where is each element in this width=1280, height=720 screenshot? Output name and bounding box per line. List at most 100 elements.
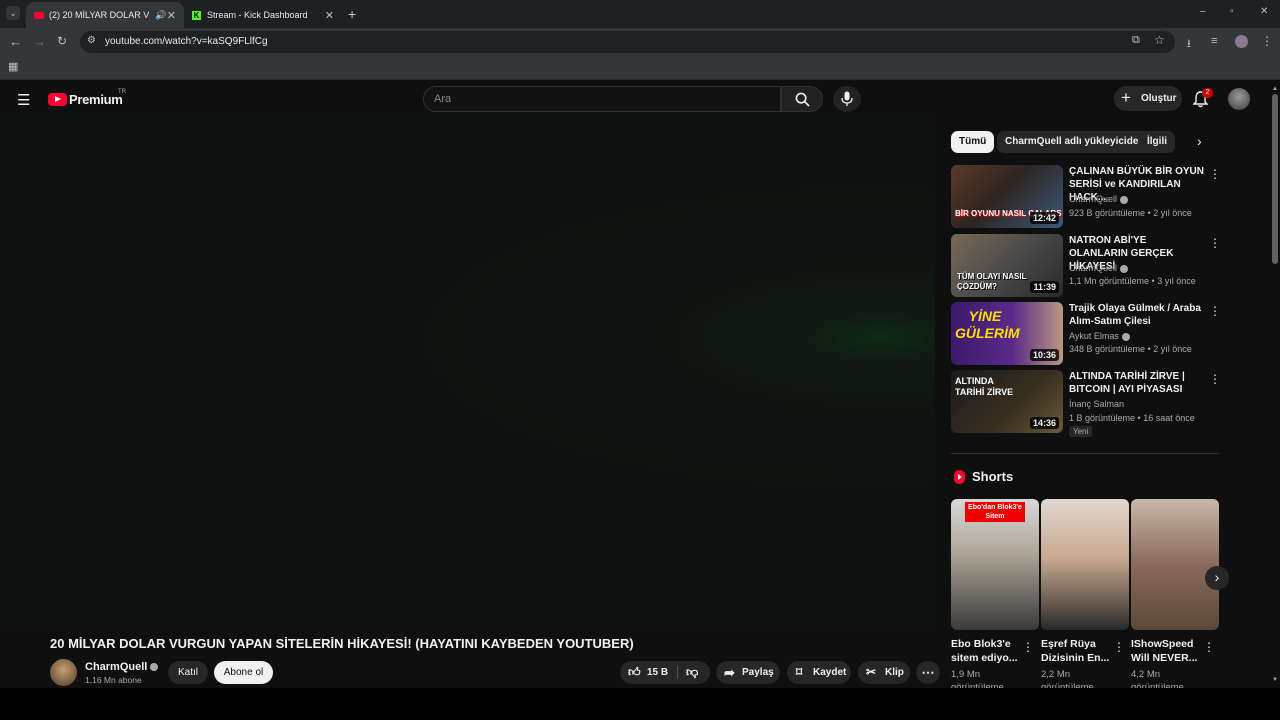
- create-button[interactable]: + Oluştur: [1114, 86, 1182, 111]
- video-title[interactable]: ALTINDA TARİHİ ZİRVE | BITCOIN | AYI PİY…: [1069, 370, 1204, 396]
- reading-list-icon[interactable]: ≡: [1211, 35, 1217, 47]
- address-bar[interactable]: ⚙ youtube.com/watch?v=kaSQ9FLlfCg ⧉ ☆: [80, 31, 1175, 53]
- new-tab-icon[interactable]: +: [348, 6, 356, 22]
- scroll-down-icon[interactable]: ▼: [1272, 677, 1278, 683]
- channel-name[interactable]: CharmQuell: [1069, 194, 1129, 204]
- recommendation-item[interactable]: TÜM OLAYI NASIL ÇÖZDÜM? 11:39 NATRON ABİ…: [951, 234, 1221, 298]
- clip-button[interactable]: ✂ Klip: [858, 661, 910, 684]
- video-thumbnail[interactable]: YİNE GÜLERİM 10:36: [951, 302, 1063, 365]
- short-view-count: 2,2 Mn: [1041, 669, 1071, 680]
- video-thumbnail[interactable]: ALTINDA TARİHİ ZİRVE 14:36: [951, 370, 1063, 433]
- short-title[interactable]: Eşref Rüya Dizisinin En...: [1041, 637, 1111, 665]
- video-player[interactable]: [0, 118, 935, 630]
- apps-grid-icon[interactable]: ▦: [8, 60, 18, 73]
- verified-icon: [1120, 195, 1129, 204]
- tab-title: Stream - Kick Dashboard: [207, 10, 308, 20]
- channel-avatar[interactable]: [50, 659, 77, 686]
- thumbnail-text: ALTINDA TARİHİ ZİRVE: [955, 376, 1014, 397]
- forward-icon[interactable]: →: [33, 34, 46, 49]
- recommendation-item[interactable]: BİR OYUNU NASIL ÇALARS 12:42 ÇALINAN BÜY…: [951, 165, 1221, 229]
- more-actions-icon[interactable]: ⋯: [916, 661, 940, 684]
- kick-favicon-icon: K: [192, 10, 201, 20]
- short-thumbnail[interactable]: Ebo'dan Blok3'e Sitem: [951, 499, 1039, 630]
- video-thumbnail[interactable]: TÜM OLAYI NASIL ÇÖZDÜM? 11:39: [951, 234, 1063, 297]
- recommendation-item[interactable]: ALTINDA TARİHİ ZİRVE 14:36 ALTINDA TARİH…: [951, 370, 1221, 437]
- profile-icon[interactable]: [1235, 35, 1248, 48]
- save-button[interactable]: ⌑ Kaydet: [787, 661, 851, 684]
- join-button[interactable]: Katıl: [168, 661, 208, 684]
- tab-youtube[interactable]: (2) 20 MİLYAR DOLAR VURG 🔊 ✕: [26, 2, 184, 28]
- notification-badge: 2: [1202, 88, 1213, 98]
- search-button[interactable]: [781, 86, 823, 112]
- more-actions-icon[interactable]: ⋮: [1113, 640, 1125, 654]
- more-actions-icon[interactable]: ⋮: [1209, 372, 1221, 386]
- close-tab-icon[interactable]: ✕: [325, 9, 334, 22]
- shorts-next-icon[interactable]: ›: [1205, 566, 1229, 590]
- thumbnail-text: Ebo'dan Blok3'e Sitem: [965, 502, 1025, 522]
- close-tab-icon[interactable]: ✕: [167, 9, 176, 22]
- dislike-button[interactable]: 👎︎: [678, 661, 710, 684]
- more-actions-icon[interactable]: ⋮: [1022, 640, 1034, 654]
- chip-from-uploader[interactable]: CharmQuell adlı yükleyiciden: [997, 131, 1153, 153]
- more-actions-icon[interactable]: ⋮: [1209, 304, 1221, 318]
- browser-menu-icon[interactable]: ⋮: [1261, 34, 1273, 48]
- speaker-icon[interactable]: 🔊: [155, 10, 166, 21]
- voice-search-button[interactable]: [833, 86, 861, 112]
- video-duration: 11:39: [1030, 281, 1059, 293]
- share-button[interactable]: ➦ Paylaş: [716, 661, 780, 684]
- chevron-right-icon[interactable]: ›: [1197, 133, 1202, 149]
- scissors-icon: ✂: [866, 665, 877, 679]
- short-thumbnail[interactable]: [1131, 499, 1219, 630]
- notifications-button[interactable]: 2: [1191, 88, 1213, 109]
- more-actions-icon[interactable]: ⋮: [1203, 640, 1215, 654]
- video-duration: 10:36: [1029, 349, 1059, 361]
- more-actions-icon[interactable]: ⋮: [1209, 236, 1221, 250]
- window-close-icon[interactable]: ✕: [1260, 6, 1268, 17]
- short-title[interactable]: Ebo Blok3'e sitem ediyo...: [951, 637, 1021, 665]
- hamburger-menu-icon[interactable]: ☰: [17, 91, 30, 109]
- youtube-logo-icon: [48, 93, 67, 106]
- video-duration: 14:36: [1029, 417, 1059, 429]
- scrollbar-thumb[interactable]: [1272, 94, 1278, 264]
- verified-icon: [1120, 264, 1129, 273]
- short-title[interactable]: IShowSpeed Will NEVER...: [1131, 637, 1201, 665]
- tab-search-icon[interactable]: ⌄: [6, 6, 20, 20]
- avatar[interactable]: [1228, 88, 1250, 110]
- video-duration: 12:42: [1029, 212, 1059, 224]
- minimize-icon[interactable]: –: [1200, 6, 1206, 17]
- scroll-up-icon[interactable]: ▲: [1272, 86, 1278, 92]
- like-dislike-group: 👍︎ 15 B 👎︎: [620, 661, 710, 684]
- verified-icon: [1121, 332, 1130, 341]
- reload-icon[interactable]: ↻: [57, 34, 67, 48]
- like-button[interactable]: 👍︎ 15 B: [620, 661, 676, 684]
- download-icon[interactable]: ⭳: [1187, 35, 1191, 54]
- page-scrollbar[interactable]: ▲ ▼: [1270, 80, 1280, 688]
- youtube-premium-logo[interactable]: Premium TR: [48, 89, 128, 108]
- recommendation-item[interactable]: YİNE GÜLERİM 10:36 Trajik Olaya Gülmek /…: [951, 302, 1221, 366]
- tab-title: (2) 20 MİLYAR DOLAR VURG: [49, 10, 149, 20]
- channel-name[interactable]: İnanç Salman: [1069, 399, 1124, 409]
- tab-kick[interactable]: K Stream - Kick Dashboard ✕: [184, 2, 342, 28]
- search-icon: [795, 92, 810, 107]
- more-actions-icon[interactable]: ⋮: [1209, 167, 1221, 181]
- video-thumbnail[interactable]: BİR OYUNU NASIL ÇALARS 12:42: [951, 165, 1063, 228]
- video-title[interactable]: Trajik Olaya Gülmek / Araba Alım-Satım Ç…: [1069, 302, 1204, 328]
- channel-name[interactable]: CharmQuell: [85, 661, 159, 673]
- chip-all[interactable]: Tümü: [951, 131, 995, 153]
- back-icon[interactable]: ←: [9, 34, 22, 49]
- channel-name[interactable]: CharmQuell: [1069, 263, 1129, 273]
- youtube-favicon-icon: [34, 11, 44, 19]
- bookmark-star-icon[interactable]: ☆: [1154, 33, 1165, 47]
- site-info-icon[interactable]: ⚙: [87, 35, 96, 46]
- short-view-count: 4,2 Mn: [1131, 669, 1161, 680]
- search-input[interactable]: Ara: [423, 86, 781, 112]
- maximize-icon[interactable]: ▫: [1230, 6, 1234, 17]
- share-icon: ➦: [724, 665, 735, 680]
- chip-related[interactable]: İlgili: [1139, 131, 1175, 153]
- channel-name[interactable]: Aykut Elmas: [1069, 331, 1130, 341]
- subscribe-button[interactable]: Abone ol: [214, 661, 273, 684]
- cast-icon[interactable]: ⧉: [1132, 34, 1140, 47]
- short-thumbnail[interactable]: [1041, 499, 1129, 630]
- like-count: 15 B: [647, 667, 669, 678]
- logo-text: Premium: [69, 92, 123, 107]
